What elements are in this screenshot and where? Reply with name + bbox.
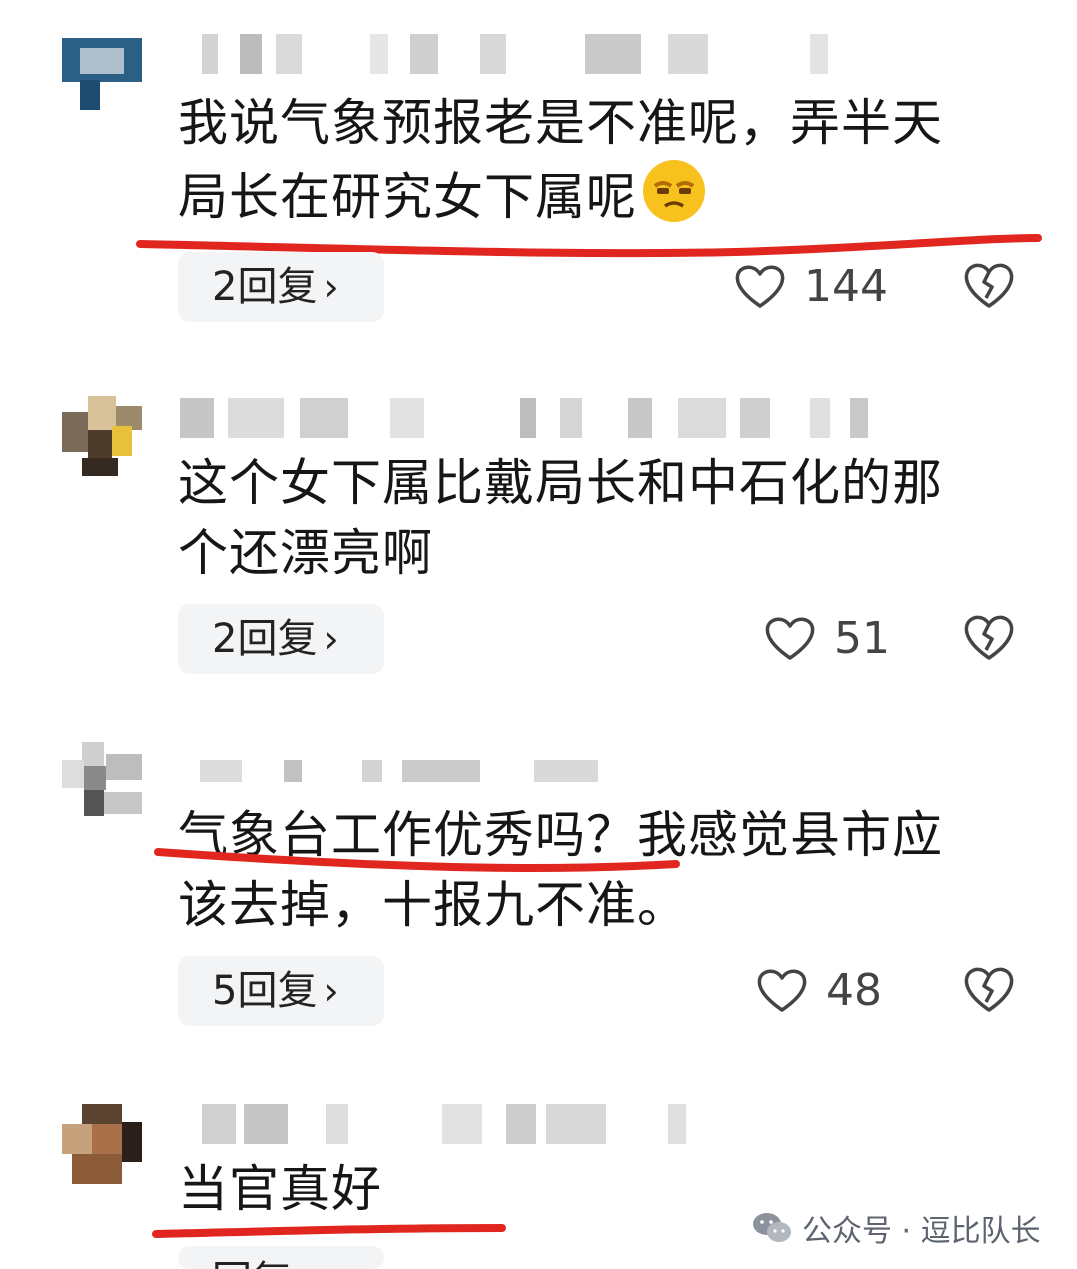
- wechat-icon: [753, 1213, 791, 1242]
- heart-outline-icon: [757, 969, 807, 1012]
- broken-heart-icon[interactable]: [962, 610, 1016, 664]
- replies-button[interactable]: 2回复 ›: [178, 604, 384, 674]
- comment-text: 这个女下属比戴局长和中石化的那 个还漂亮啊: [178, 448, 1018, 588]
- replies-label: 2回复: [212, 616, 318, 662]
- comment-line: 我说气象预报老是不准呢，弄半天: [178, 94, 943, 152]
- like-count: 51: [834, 612, 890, 664]
- broken-heart-icon[interactable]: [962, 258, 1016, 312]
- like-button[interactable]: 48: [756, 960, 882, 1020]
- replies-label: 5回复: [212, 968, 318, 1014]
- like-count: 144: [804, 260, 888, 312]
- replies-button[interactable]: 5回复 ›: [178, 956, 384, 1026]
- chevron-right-icon: ›: [323, 265, 339, 309]
- username-blurred: [180, 1104, 700, 1144]
- like-button[interactable]: 51: [764, 608, 890, 668]
- comment-line: 这个女下属比戴局长和中石化的那: [178, 454, 943, 512]
- avatar[interactable]: [62, 742, 142, 822]
- avatar[interactable]: [62, 30, 142, 110]
- comment-line: 个还漂亮啊: [178, 524, 433, 582]
- avatar[interactable]: [62, 396, 142, 476]
- heart-outline-icon: [765, 617, 815, 660]
- username-blurred: [180, 398, 880, 438]
- comment-line: 局长在研究女下属呢: [178, 158, 1018, 232]
- unamused-face-icon: [643, 160, 705, 222]
- username-blurred: [180, 34, 840, 74]
- red-underline-annotation: [154, 848, 680, 873]
- chevron-right-icon: ›: [323, 969, 339, 1013]
- username-blurred: [180, 760, 600, 782]
- watermark-text: 公众号 · 逗比队长: [802, 1214, 1041, 1249]
- replies-button[interactable]: 回复: [178, 1246, 384, 1269]
- replies-label: 回复: [212, 1258, 292, 1269]
- account-watermark: 公众号 · 逗比队长: [752, 1206, 1041, 1250]
- like-count: 48: [826, 964, 882, 1016]
- like-button[interactable]: 144: [734, 256, 888, 316]
- replies-button[interactable]: 2回复 ›: [178, 252, 384, 322]
- chevron-right-icon: ›: [323, 617, 339, 661]
- red-underline-annotation: [152, 1224, 506, 1238]
- heart-outline-icon: [735, 265, 785, 308]
- avatar[interactable]: [62, 1104, 142, 1184]
- comment-text: 我说气象预报老是不准呢，弄半天 局长在研究女下属呢: [178, 88, 1018, 232]
- broken-heart-icon[interactable]: [962, 962, 1016, 1016]
- replies-label: 2回复: [212, 264, 318, 310]
